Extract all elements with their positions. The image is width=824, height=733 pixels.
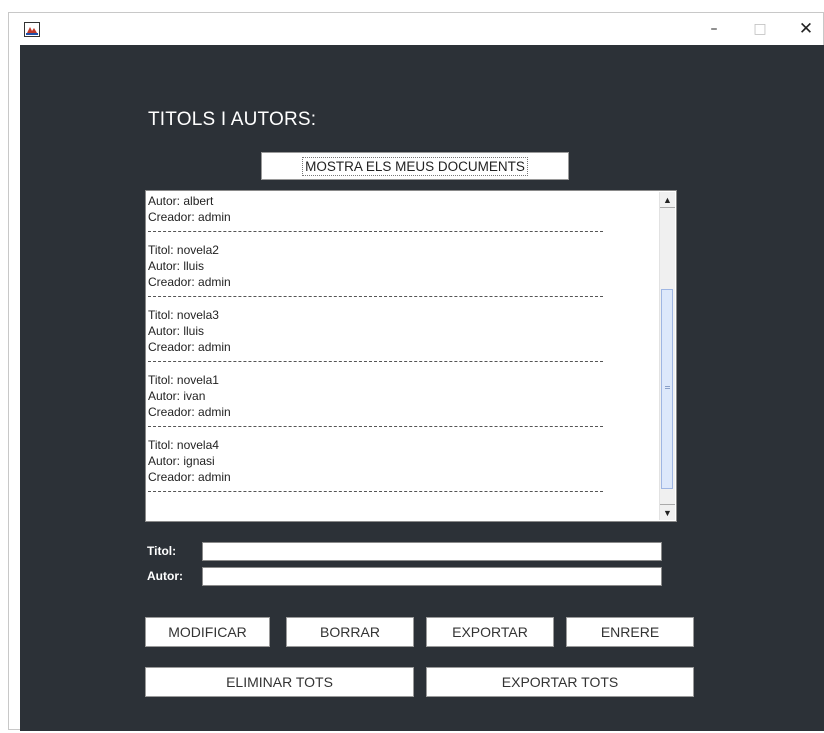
scroll-thumb[interactable] <box>661 289 673 490</box>
list-item-line: Titol: novela3 <box>148 308 219 322</box>
scroll-up-arrow-icon[interactable]: ▲ <box>660 192 675 208</box>
author-input[interactable] <box>202 567 662 586</box>
list-item: Titol: novela2 Autor: lluis Creador: admin <box>148 242 658 290</box>
list-item: Titol: novela4 Autor: ignasi Creador: admi… <box>148 437 658 485</box>
show-my-documents-button[interactable]: MOSTRA ELS MEUS DOCUMENTS <box>261 152 569 180</box>
java-app-icon <box>24 22 40 37</box>
minimize-button[interactable]: – <box>691 13 737 45</box>
list-item-line: Autor: lluis <box>148 259 205 273</box>
delete-button[interactable]: BORRAR <box>286 617 414 647</box>
list-item-line: Titol: novela1 <box>148 373 219 387</box>
modify-button[interactable]: MODIFICAR <box>145 617 270 647</box>
list-item-line: Titol: novela4 <box>148 438 219 452</box>
list-item-line: Titol: novela2 <box>148 243 219 257</box>
list-item-line: Creador: admin <box>148 275 231 289</box>
list-item-line: Autor: ivan <box>148 389 206 403</box>
list-separator <box>148 290 603 297</box>
title-input[interactable] <box>202 542 662 561</box>
delete-all-button[interactable]: ELIMINAR TOTS <box>145 667 414 697</box>
app-window: – □ ✕ TITOLS I AUTORS: MOSTRA ELS MEUS D… <box>8 12 824 731</box>
list-item-line: Autor: ignasi <box>148 454 215 468</box>
title-bar: – □ ✕ <box>9 13 823 45</box>
list-separator <box>148 355 603 362</box>
documents-list[interactable]: Autor: albert Creador: admin Titol: novela… <box>145 190 677 522</box>
page-title: TITOLS I AUTORS: <box>148 109 317 130</box>
main-panel: TITOLS I AUTORS: MOSTRA ELS MEUS DOCUMEN… <box>20 45 824 731</box>
scroll-down-arrow-icon[interactable]: ▼ <box>660 504 675 520</box>
list-item-line: Autor: lluis <box>148 324 205 338</box>
vertical-scrollbar[interactable]: ▲ ▼ <box>659 192 675 520</box>
list-item-line: Creador: admin <box>148 210 231 224</box>
list-item-line: Creador: admin <box>148 340 231 354</box>
list-separator <box>148 485 603 492</box>
list-separator <box>148 420 603 427</box>
list-separator <box>148 225 603 232</box>
list-item: Autor: albert Creador: admin <box>148 193 658 225</box>
author-label: Autor: <box>147 569 183 583</box>
list-item: Titol: novela3 Autor: lluis Creador: admin <box>148 307 658 355</box>
export-all-button[interactable]: EXPORTAR TOTS <box>426 667 694 697</box>
title-label: Titol: <box>147 544 177 558</box>
close-button[interactable]: ✕ <box>783 13 824 45</box>
show-my-documents-label: MOSTRA ELS MEUS DOCUMENTS <box>302 156 528 176</box>
export-button[interactable]: EXPORTAR <box>426 617 554 647</box>
list-item: Titol: novela1 Autor: ivan Creador: admin <box>148 372 658 420</box>
list-item-line: Creador: admin <box>148 470 231 484</box>
scroll-grip-icon <box>665 386 670 390</box>
list-item-line: Autor: albert <box>148 194 214 208</box>
maximize-button[interactable]: □ <box>737 13 783 45</box>
documents-list-content: Autor: albert Creador: admin Titol: novela… <box>148 193 658 502</box>
back-button[interactable]: ENRERE <box>566 617 694 647</box>
list-item-line: Creador: admin <box>148 405 231 419</box>
